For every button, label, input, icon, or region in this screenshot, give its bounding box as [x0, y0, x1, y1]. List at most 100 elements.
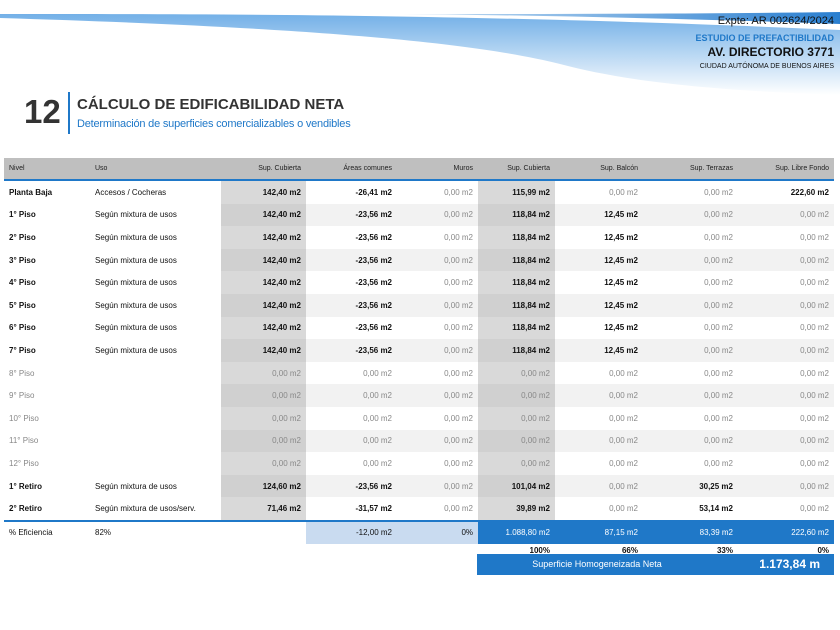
cell-sup-balcon: 12,45 m2	[604, 232, 638, 242]
cell-uso	[90, 452, 221, 475]
total-sup-terrazas: 83,39 m2	[643, 520, 738, 544]
cell-sup-libre-fondo: 0,00 m2	[800, 413, 829, 423]
table-row: 11° Piso 0,00 m2 0,00 m2 0,00 m2 0,00 m2 0,00…	[4, 429, 834, 453]
table-row: 4° Piso Según mixtura de usos 142,40 m2 -23…	[4, 271, 834, 294]
cell-areas-comunes: -31,57 m2	[306, 497, 397, 522]
homogeneizada-label: Superficie Homogeneizada Neta	[532, 559, 662, 569]
cell-areas-comunes: -23,56 m2	[306, 293, 397, 317]
cell-sup-balcon: 0,00 m2	[609, 413, 638, 423]
cell-uso	[90, 430, 221, 453]
cell-sup-libre-fondo: 0,00 m2	[738, 339, 834, 362]
cell-nivel: 9° Piso	[9, 391, 35, 401]
cell-areas-comunes: -26,41 m2	[355, 187, 392, 197]
cell-sup-cubierta: 142,40 m2	[221, 180, 306, 204]
cell-sup-cubierta-neta: 39,89 m2	[478, 497, 555, 522]
cell-sup-libre-fondo: 222,60 m2	[790, 187, 829, 197]
cell-sup-cubierta: 142,40 m2	[221, 293, 306, 317]
cell-muros: 0,00 m2	[444, 278, 473, 288]
section-number: 12	[24, 93, 61, 130]
col-sup-cubierta-neta: Sup. Cubierta	[478, 158, 555, 181]
cell-nivel: 1° Piso	[9, 210, 36, 220]
cell-areas-comunes: -23,56 m2	[355, 278, 392, 288]
col-areas-comunes: Áreas comunes	[306, 158, 397, 181]
table-row: 7° Piso Según mixtura de usos 142,40 m2 -23…	[4, 339, 834, 362]
cell-sup-balcon: 0,00 m2	[555, 497, 643, 522]
cell-sup-cubierta-neta: 118,84 m2	[478, 293, 555, 317]
cell-sup-terrazas: 0,00 m2	[704, 278, 733, 288]
cell-nivel: 4° Piso	[9, 278, 36, 288]
cell-sup-cubierta-neta: 118,84 m2	[478, 316, 555, 340]
cell-muros: 0,00 m2	[397, 474, 478, 498]
cell-muros: 0,00 m2	[397, 293, 478, 317]
cell-sup-cubierta: 0,00 m2	[221, 406, 306, 430]
cell-nivel: 12° Piso	[9, 458, 39, 468]
cell-sup-libre-fondo: 0,00 m2	[738, 293, 834, 317]
cell-sup-terrazas: 30,25 m2	[643, 474, 738, 498]
cell-uso: Según mixtura de usos	[95, 345, 177, 355]
cell-areas-comunes: 0,00 m2	[363, 458, 392, 468]
cell-sup-balcon: 12,45 m2	[555, 248, 643, 272]
cell-sup-terrazas: 0,00 m2	[643, 203, 738, 227]
cell-uso	[90, 407, 221, 430]
cell-sup-libre-fondo: 0,00 m2	[800, 323, 829, 333]
cell-nivel: 5° Piso	[9, 300, 36, 310]
cell-sup-cubierta-neta: 0,00 m2	[478, 384, 555, 407]
cell-areas-comunes: -23,56 m2	[306, 203, 397, 227]
col-muros: Muros	[397, 158, 478, 181]
cell-muros: 0,00 m2	[397, 497, 478, 522]
cell-sup-balcon: 0,00 m2	[609, 368, 638, 378]
cell-uso: Según mixtura de usos	[95, 210, 177, 220]
col-uso: Uso	[90, 158, 221, 181]
totals-row: % Eficiencia 82% -12,00 m2 0% 1.088,80 m…	[4, 520, 834, 544]
cell-sup-terrazas: 0,00 m2	[704, 413, 733, 423]
cell-nivel: 8° Piso	[9, 368, 35, 378]
cell-sup-cubierta: 0,00 m2	[221, 384, 306, 407]
address-street: AV. DIRECTORIO 3771	[707, 45, 835, 59]
cell-muros: 0,00 m2	[444, 187, 473, 197]
table-row: 5° Piso Según mixtura de usos 142,40 m2 -23…	[4, 293, 834, 317]
cell-nivel: 10° Piso	[9, 413, 39, 423]
cell-sup-cubierta: 0,00 m2	[221, 361, 306, 385]
cell-sup-libre-fondo: 0,00 m2	[738, 474, 834, 498]
cell-sup-terrazas: 0,00 m2	[643, 384, 738, 407]
col-sup-libre-fondo: Sup. Libre Fondo	[738, 158, 834, 181]
cell-sup-balcon: 12,45 m2	[555, 339, 643, 362]
col-sup-balcon: Sup. Balcón	[555, 158, 643, 181]
col-sup-terrazas: Sup. Terrazas	[643, 158, 738, 181]
cell-muros: 0,00 m2	[397, 339, 478, 362]
cell-sup-balcon: 0,00 m2	[609, 458, 638, 468]
edificabilidad-table: Nivel Uso Sup. Cubierta Áreas comunes Mu…	[4, 158, 834, 557]
cell-sup-balcon: 0,00 m2	[609, 187, 638, 197]
cell-sup-cubierta-neta: 0,00 m2	[478, 406, 555, 430]
cell-areas-comunes: -23,56 m2	[355, 232, 392, 242]
cell-sup-terrazas: 0,00 m2	[643, 339, 738, 362]
cell-nivel: 11° Piso	[9, 436, 39, 446]
section-title: CÁLCULO DE EDIFICABILIDAD NETA	[77, 96, 345, 113]
total-sup-libre: 222,60 m2	[738, 520, 834, 544]
header-info: Expte: AR 002624/2024 ESTUDIO DE PREFACT…	[695, 14, 834, 72]
cell-areas-comunes: -23,56 m2	[306, 248, 397, 272]
table-row: 10° Piso 0,00 m2 0,00 m2 0,00 m2 0,00 m2 0,00…	[4, 406, 834, 430]
cell-sup-libre-fondo: 0,00 m2	[738, 497, 834, 522]
cell-sup-cubierta-neta: 115,99 m2	[478, 180, 555, 204]
cell-areas-comunes: -23,56 m2	[306, 339, 397, 362]
cell-nivel: Planta Baja	[9, 187, 53, 197]
cell-areas-comunes: -23,56 m2	[355, 323, 392, 333]
col-sup-cubierta: Sup. Cubierta	[221, 158, 306, 181]
cell-sup-terrazas: 53,14 m2	[643, 497, 738, 522]
efficiency-value: 82%	[95, 528, 112, 538]
cell-uso: Según mixtura de usos	[95, 300, 177, 310]
cell-muros: 0,00 m2	[397, 384, 478, 407]
cell-nivel: 6° Piso	[9, 323, 36, 333]
cell-sup-libre-fondo: 0,00 m2	[800, 368, 829, 378]
expediente-number: Expte: AR 002624/2024	[717, 15, 834, 27]
cell-sup-cubierta-neta: 0,00 m2	[478, 452, 555, 475]
cell-muros: 0,00 m2	[444, 368, 473, 378]
cell-sup-libre-fondo: 0,00 m2	[738, 203, 834, 227]
cell-sup-cubierta: 142,40 m2	[221, 248, 306, 272]
cell-sup-cubierta: 71,46 m2	[221, 497, 306, 522]
cell-sup-balcon: 12,45 m2	[604, 323, 638, 333]
cell-nivel: 7° Piso	[9, 345, 36, 355]
cell-sup-cubierta: 142,40 m2	[221, 316, 306, 340]
cell-uso: Según mixtura de usos/serv.	[90, 497, 221, 522]
